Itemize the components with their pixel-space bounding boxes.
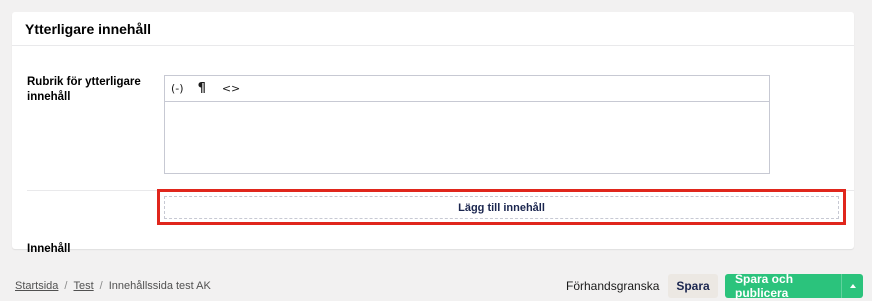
publish-options-toggle[interactable]: [841, 274, 863, 298]
breadcrumb-current: Innehållssida test AK: [108, 280, 211, 292]
caret-up-icon: [849, 284, 856, 288]
panel-header: Ytterligare innehåll: [12, 12, 854, 46]
breadcrumb-separator: /: [64, 280, 68, 292]
macro-icon[interactable]: (-): [171, 82, 184, 95]
code-icon[interactable]: <>: [222, 82, 240, 95]
editor-input[interactable]: [165, 102, 769, 174]
breadcrumb-separator: /: [99, 280, 103, 292]
add-content-button[interactable]: Lägg till innehåll: [164, 196, 839, 219]
footer-bar: Startsida / Test / Innehållssida test AK…: [0, 266, 872, 301]
save-and-publish-button[interactable]: Spara och publicera: [725, 272, 863, 300]
preview-button[interactable]: Förhandsgranska: [556, 274, 669, 298]
panel-title: Ytterligare innehåll: [25, 21, 152, 37]
save-and-publish-label: Spara och publicera: [735, 272, 794, 300]
additional-content-panel: Ytterligare innehåll Rubrik för ytterlig…: [12, 12, 854, 255]
rich-text-editor: (-) ¶ <>: [164, 75, 770, 174]
editor-toolbar: (-) ¶ <>: [165, 76, 769, 102]
breadcrumb: Startsida / Test / Innehållssida test AK: [15, 280, 211, 292]
paragraph-icon[interactable]: ¶: [198, 81, 206, 96]
save-button[interactable]: Spara: [668, 274, 718, 298]
breadcrumb-item-startsida[interactable]: Startsida: [15, 280, 58, 292]
content-field-label: Innehåll: [27, 243, 71, 255]
heading-field-label: Rubrik för ytterligare innehåll: [27, 76, 141, 103]
breadcrumb-item-test[interactable]: Test: [73, 280, 93, 292]
